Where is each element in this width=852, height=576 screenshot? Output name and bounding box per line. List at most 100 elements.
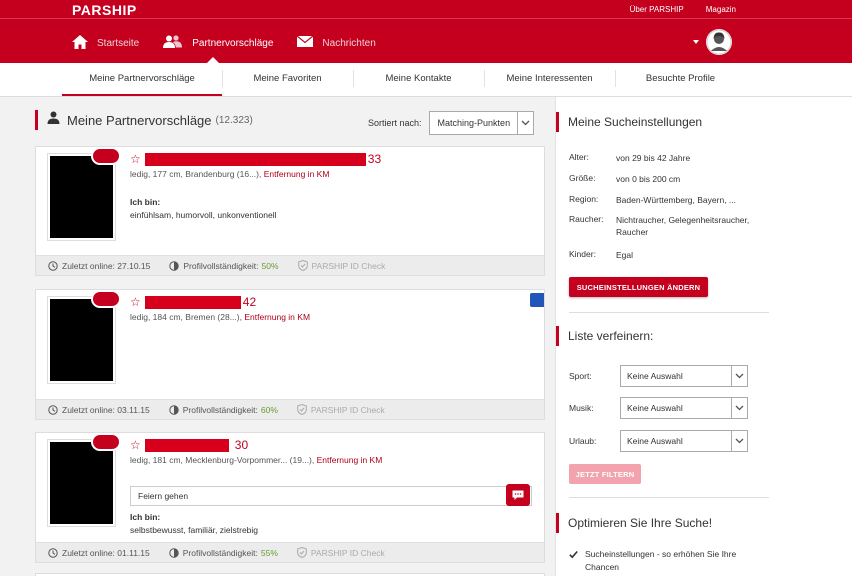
tab-meine-interessenten[interactable]: Meine Interessenten: [484, 63, 615, 94]
profile-photo[interactable]: [47, 296, 116, 384]
search-settings-header: Meine Sucheinstellungen: [556, 112, 702, 132]
setting-key: Alter:: [569, 152, 589, 162]
send-message-button[interactable]: [506, 484, 530, 506]
profile-name-row[interactable]: ☆ 30: [130, 438, 248, 452]
suggestions-header: Meine Partnervorschläge (12.323): [35, 110, 253, 130]
profile-name-row[interactable]: ☆ 42: [130, 295, 256, 309]
id-check-text: PARSHIP ID Check: [311, 260, 386, 271]
sub-nav: Meine Partnervorschläge Meine Favoriten …: [0, 63, 852, 97]
sort-control: Sortiert nach: Matching-Punkten: [368, 111, 534, 135]
profile-photo[interactable]: [47, 439, 116, 527]
profile-details-text: ledig, 177 cm, Brandenburg (16...),: [130, 169, 262, 179]
filter-sport: Sport: Keine Auswahl: [569, 365, 748, 387]
chevron-down-icon: [731, 431, 747, 451]
profile-details-text: ledig, 184 cm, Bremen (28...),: [130, 312, 242, 322]
sub-nav-tabs: Meine Partnervorschläge Meine Favoriten …: [62, 63, 746, 96]
setting-row-smoker: Raucher: Nichtraucher, Gelegenheitsrauch…: [569, 214, 776, 238]
last-online-text: Zuletzt online: 03.11.15: [62, 404, 150, 415]
nav-item-startseite[interactable]: Startseite: [72, 31, 139, 55]
half-circle-icon: [169, 404, 179, 415]
select-value: Keine Auswahl: [627, 371, 683, 381]
id-check: PARSHIP ID Check: [297, 260, 386, 271]
profile-age: 33: [367, 152, 382, 166]
change-search-settings-button[interactable]: SUCHEINSTELLUNGEN ÄNDERN: [569, 277, 708, 297]
last-online-text: Zuletzt online: 01.11.15: [62, 547, 150, 558]
nav-label: Nachrichten: [322, 37, 376, 49]
nav-item-nachrichten[interactable]: Nachrichten: [297, 31, 376, 55]
distance-link[interactable]: Entfernung in KM: [244, 312, 310, 322]
star-icon[interactable]: ☆: [130, 295, 141, 309]
profile-completeness: Profilvollständigkeit: 50%: [169, 260, 279, 271]
tab-meine-partnervorschlaege[interactable]: Meine Partnervorschläge: [62, 63, 222, 96]
profile-details: ledig, 184 cm, Bremen (28...), Entfernun…: [130, 312, 310, 322]
parship-logo[interactable]: PARSHIP: [72, 2, 137, 18]
setting-key: Größe:: [569, 173, 596, 183]
name-redacted: [144, 295, 241, 309]
setting-row-region: Region: Baden-Württemberg, Bayern, ...: [569, 194, 776, 206]
vacation-select[interactable]: Keine Auswahl: [620, 430, 748, 452]
profile-details: ledig, 177 cm, Brandenburg (16...), Entf…: [130, 169, 329, 179]
nav-label: Startseite: [97, 37, 140, 49]
setting-key: Region:: [569, 194, 599, 204]
half-circle-icon: [169, 260, 180, 271]
nav-item-partnervorschlaege[interactable]: Partnervorschläge: [163, 31, 273, 55]
profile-name-row[interactable]: ☆ 33: [130, 152, 381, 166]
profile-details: ledig, 181 cm, Mecklenburg-Vorpommer... …: [130, 455, 382, 465]
tab-meine-favoriten[interactable]: Meine Favoriten: [222, 63, 353, 94]
match-points-badge: [91, 290, 121, 308]
avatar[interactable]: [706, 29, 732, 55]
magazine-link[interactable]: Magazin: [706, 5, 736, 14]
section-accent: [35, 110, 38, 130]
match-points-badge: [91, 433, 121, 451]
profile-age: 42: [242, 295, 257, 309]
clock-icon: [48, 260, 58, 271]
chevron-down-icon: [693, 40, 699, 44]
optimize-tip[interactable]: Sucheinstellungen - so erhöhen Sie Ihre …: [569, 548, 760, 574]
refine-title: Liste verfeinern:: [568, 329, 654, 343]
chevron-down-icon: [516, 112, 533, 134]
sort-select[interactable]: Matching-Punkten: [428, 111, 534, 135]
id-check-text: PARSHIP ID Check: [310, 404, 385, 415]
card-footer: Zuletzt online: 01.11.15 Profilvollständ…: [36, 542, 544, 562]
setting-value: Egal: [616, 250, 634, 260]
suggestion-card[interactable]: ☆ 42 ledig, 184 cm, Bremen (28...), Entf…: [35, 289, 545, 420]
section-accent: [556, 513, 559, 533]
suggestion-card[interactable]: ☆ 30 ledig, 181 cm, Mecklenburg-Vorpomme…: [35, 432, 545, 563]
distance-link[interactable]: Entfernung in KM: [264, 169, 330, 179]
tab-besuchte-profile[interactable]: Besuchte Profile: [615, 63, 746, 94]
sort-label: Sortiert nach:: [368, 118, 422, 128]
chat-icon: [512, 490, 524, 500]
user-menu[interactable]: [693, 29, 732, 55]
page-title: Meine Partnervorschläge: [67, 112, 212, 128]
sport-select[interactable]: Keine Auswahl: [620, 365, 748, 387]
tab-meine-kontakte[interactable]: Meine Kontakte: [353, 63, 484, 94]
star-icon[interactable]: ☆: [130, 438, 141, 452]
setting-row-children: Kinder: Egal: [569, 249, 776, 261]
card-footer: Zuletzt online: 27.10.15 Profilvollständ…: [36, 255, 544, 275]
music-select[interactable]: Keine Auswahl: [620, 397, 748, 419]
distance-link[interactable]: Entfernung in KM: [317, 455, 383, 465]
envelope-icon: [297, 35, 314, 50]
bookmark-icon[interactable]: [530, 293, 544, 307]
top-links: Über PARSHIP Magazin: [610, 5, 736, 14]
profile-completeness-value: 55%: [260, 547, 278, 558]
shield-icon: [297, 260, 308, 271]
suggestion-card[interactable]: ☆ 33 ledig, 177 cm, Brandenburg (16...),…: [35, 146, 545, 276]
top-header: PARSHIP Über PARSHIP Magazin Startseite …: [0, 0, 852, 63]
star-icon[interactable]: ☆: [130, 152, 141, 166]
optimize-tip-text: Sucheinstellungen - so erhöhen Sie Ihre …: [585, 549, 737, 572]
section-accent: [556, 326, 559, 346]
id-check: PARSHIP ID Check: [297, 547, 385, 558]
about-parship-link[interactable]: Über PARSHIP: [630, 5, 684, 14]
profile-traits: Ich bin: einfühlsam, humorvoll, unkonven…: [130, 197, 276, 220]
name-redacted: [144, 152, 366, 166]
photo-redacted: [50, 156, 113, 238]
id-check: PARSHIP ID Check: [297, 404, 385, 415]
last-online: Zuletzt online: 27.10.15: [48, 261, 150, 271]
setting-value: Nichtraucher, Gelegenheitsraucher, Rauch…: [616, 215, 750, 237]
apply-filter-button[interactable]: JETZT FILTERN: [569, 464, 641, 484]
setting-value: Baden-Württemberg, Bayern, ...: [616, 195, 736, 205]
profile-photo[interactable]: [47, 153, 116, 241]
select-value: Keine Auswahl: [627, 436, 683, 446]
setting-key: Kinder:: [569, 249, 596, 259]
